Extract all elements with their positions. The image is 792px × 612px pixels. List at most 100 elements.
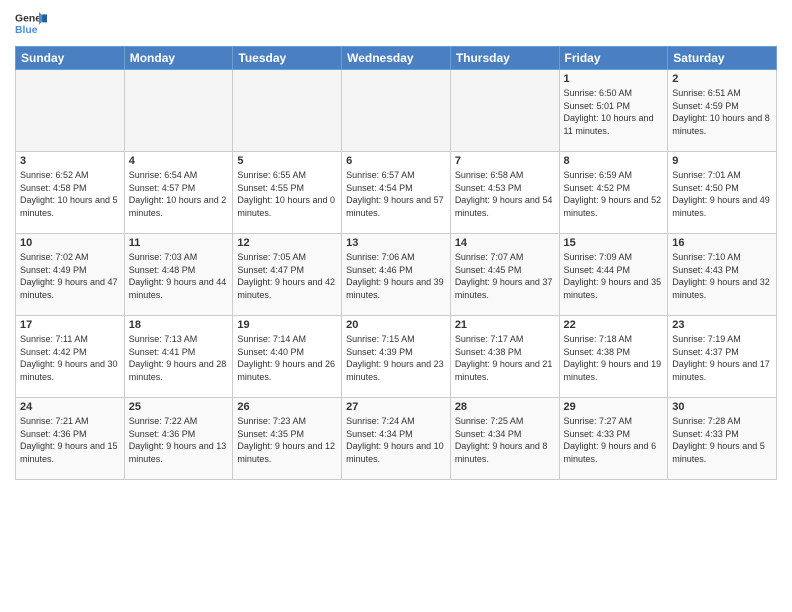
day-header-tuesday: Tuesday	[233, 47, 342, 70]
day-info: Sunrise: 6:59 AM Sunset: 4:52 PM Dayligh…	[564, 169, 664, 219]
calendar-header-row: SundayMondayTuesdayWednesdayThursdayFrid…	[16, 47, 777, 70]
calendar-cell: 26Sunrise: 7:23 AM Sunset: 4:35 PM Dayli…	[233, 398, 342, 480]
calendar-cell: 5 Sunrise: 6:55 AM Sunset: 4:55 PM Daylig…	[233, 152, 342, 234]
day-number: 22	[564, 319, 664, 331]
calendar-cell	[233, 70, 342, 152]
calendar-cell: 21Sunrise: 7:17 AM Sunset: 4:38 PM Dayli…	[450, 316, 559, 398]
day-info: Sunrise: 7:06 AM Sunset: 4:46 PM Dayligh…	[346, 251, 446, 301]
day-number: 27	[346, 401, 446, 413]
calendar-cell: 1 Sunrise: 6:50 AM Sunset: 5:01 PM Daylig…	[559, 70, 668, 152]
day-number: 18	[129, 319, 229, 331]
day-info: Sunrise: 7:22 AM Sunset: 4:36 PM Dayligh…	[129, 415, 229, 465]
calendar-cell: 19 Sunrise: 7:14 AM Sunset: 4:40 PM Dayli…	[233, 316, 342, 398]
calendar-cell: 22 Sunrise: 7:18 AM Sunset: 4:38 PM Dayli…	[559, 316, 668, 398]
day-number: 19	[237, 319, 337, 331]
day-number: 13	[346, 237, 446, 249]
day-number: 20	[346, 319, 446, 331]
calendar-cell	[16, 70, 125, 152]
calendar-week-row: 10 Sunrise: 7:02 AM Sunset: 4:49 PM Dayli…	[16, 234, 777, 316]
day-info: Sunrise: 7:18 AM Sunset: 4:38 PM Dayligh…	[564, 333, 664, 383]
header: General Blue	[15, 10, 777, 38]
day-number: 5	[237, 155, 337, 167]
day-number: 30	[672, 401, 772, 413]
day-number: 4	[129, 155, 229, 167]
day-header-wednesday: Wednesday	[342, 47, 451, 70]
calendar-table: SundayMondayTuesdayWednesdayThursdayFrid…	[15, 46, 777, 480]
day-number: 1	[564, 73, 664, 85]
day-info: Sunrise: 7:07 AM Sunset: 4:45 PM Dayligh…	[455, 251, 555, 301]
calendar-cell: 10 Sunrise: 7:02 AM Sunset: 4:49 PM Dayli…	[16, 234, 125, 316]
day-info: Sunrise: 7:09 AM Sunset: 4:44 PM Dayligh…	[564, 251, 664, 301]
calendar-cell: 20 Sunrise: 7:15 AM Sunset: 4:39 PM Dayli…	[342, 316, 451, 398]
calendar-cell: 6 Sunrise: 6:57 AM Sunset: 4:54 PM Daylig…	[342, 152, 451, 234]
day-header-friday: Friday	[559, 47, 668, 70]
day-number: 25	[129, 401, 229, 413]
calendar-cell: 2 Sunrise: 6:51 AM Sunset: 4:59 PM Daylig…	[668, 70, 777, 152]
day-number: 3	[20, 155, 120, 167]
logo: General Blue	[15, 10, 47, 38]
day-number: 10	[20, 237, 120, 249]
day-info: Sunrise: 7:11 AM Sunset: 4:42 PM Dayligh…	[20, 333, 120, 383]
day-info: Sunrise: 7:19 AM Sunset: 4:37 PM Dayligh…	[672, 333, 772, 383]
day-number: 15	[564, 237, 664, 249]
day-info: Sunrise: 6:50 AM Sunset: 5:01 PM Dayligh…	[564, 87, 664, 137]
calendar-cell	[450, 70, 559, 152]
calendar-cell: 4Sunrise: 6:54 AM Sunset: 4:57 PM Daylig…	[124, 152, 233, 234]
day-number: 6	[346, 155, 446, 167]
calendar-week-row: 1 Sunrise: 6:50 AM Sunset: 5:01 PM Daylig…	[16, 70, 777, 152]
svg-text:Blue: Blue	[15, 25, 38, 36]
day-number: 16	[672, 237, 772, 249]
day-header-thursday: Thursday	[450, 47, 559, 70]
day-info: Sunrise: 6:58 AM Sunset: 4:53 PM Dayligh…	[455, 169, 555, 219]
day-number: 24	[20, 401, 120, 413]
page: General Blue SundayMondayTuesdayWednesda…	[0, 0, 792, 612]
day-number: 23	[672, 319, 772, 331]
calendar-cell: 12 Sunrise: 7:05 AM Sunset: 4:47 PM Dayli…	[233, 234, 342, 316]
day-info: Sunrise: 6:57 AM Sunset: 4:54 PM Dayligh…	[346, 169, 446, 219]
calendar-cell: 25 Sunrise: 7:22 AM Sunset: 4:36 PM Dayli…	[124, 398, 233, 480]
day-info: Sunrise: 6:52 AM Sunset: 4:58 PM Dayligh…	[20, 169, 120, 219]
calendar-cell: 30Sunrise: 7:28 AM Sunset: 4:33 PM Dayli…	[668, 398, 777, 480]
day-info: Sunrise: 7:05 AM Sunset: 4:47 PM Dayligh…	[237, 251, 337, 301]
calendar-week-row: 24Sunrise: 7:21 AM Sunset: 4:36 PM Dayli…	[16, 398, 777, 480]
day-info: Sunrise: 7:24 AM Sunset: 4:34 PM Dayligh…	[346, 415, 446, 465]
calendar-week-row: 3 Sunrise: 6:52 AM Sunset: 4:58 PM Daylig…	[16, 152, 777, 234]
calendar-cell	[342, 70, 451, 152]
day-header-sunday: Sunday	[16, 47, 125, 70]
day-number: 7	[455, 155, 555, 167]
calendar-cell: 15 Sunrise: 7:09 AM Sunset: 4:44 PM Dayli…	[559, 234, 668, 316]
day-info: Sunrise: 7:23 AM Sunset: 4:35 PM Dayligh…	[237, 415, 337, 465]
day-number: 2	[672, 73, 772, 85]
day-info: Sunrise: 7:13 AM Sunset: 4:41 PM Dayligh…	[129, 333, 229, 383]
calendar-cell: 16 Sunrise: 7:10 AM Sunset: 4:43 PM Dayli…	[668, 234, 777, 316]
day-number: 17	[20, 319, 120, 331]
calendar-cell: 28Sunrise: 7:25 AM Sunset: 4:34 PM Dayli…	[450, 398, 559, 480]
day-info: Sunrise: 7:27 AM Sunset: 4:33 PM Dayligh…	[564, 415, 664, 465]
calendar-cell: 13 Sunrise: 7:06 AM Sunset: 4:46 PM Dayli…	[342, 234, 451, 316]
calendar-cell: 14 Sunrise: 7:07 AM Sunset: 4:45 PM Dayli…	[450, 234, 559, 316]
day-number: 14	[455, 237, 555, 249]
day-info: Sunrise: 7:02 AM Sunset: 4:49 PM Dayligh…	[20, 251, 120, 301]
day-number: 28	[455, 401, 555, 413]
day-info: Sunrise: 6:55 AM Sunset: 4:55 PM Dayligh…	[237, 169, 337, 219]
calendar-cell: 8Sunrise: 6:59 AM Sunset: 4:52 PM Daylig…	[559, 152, 668, 234]
calendar-cell: 7 Sunrise: 6:58 AM Sunset: 4:53 PM Daylig…	[450, 152, 559, 234]
day-number: 12	[237, 237, 337, 249]
calendar-cell: 3 Sunrise: 6:52 AM Sunset: 4:58 PM Daylig…	[16, 152, 125, 234]
calendar-cell: 11 Sunrise: 7:03 AM Sunset: 4:48 PM Dayli…	[124, 234, 233, 316]
logo-icon: General Blue	[15, 10, 47, 38]
calendar-cell: 29 Sunrise: 7:27 AM Sunset: 4:33 PM Dayli…	[559, 398, 668, 480]
day-info: Sunrise: 7:15 AM Sunset: 4:39 PM Dayligh…	[346, 333, 446, 383]
calendar-cell: 24Sunrise: 7:21 AM Sunset: 4:36 PM Dayli…	[16, 398, 125, 480]
day-number: 11	[129, 237, 229, 249]
day-info: Sunrise: 7:14 AM Sunset: 4:40 PM Dayligh…	[237, 333, 337, 383]
day-info: Sunrise: 7:03 AM Sunset: 4:48 PM Dayligh…	[129, 251, 229, 301]
day-number: 29	[564, 401, 664, 413]
calendar-cell	[124, 70, 233, 152]
day-info: Sunrise: 6:51 AM Sunset: 4:59 PM Dayligh…	[672, 87, 772, 137]
day-info: Sunrise: 7:01 AM Sunset: 4:50 PM Dayligh…	[672, 169, 772, 219]
calendar-cell: 27 Sunrise: 7:24 AM Sunset: 4:34 PM Dayli…	[342, 398, 451, 480]
day-info: Sunrise: 7:10 AM Sunset: 4:43 PM Dayligh…	[672, 251, 772, 301]
calendar-cell: 18 Sunrise: 7:13 AM Sunset: 4:41 PM Dayli…	[124, 316, 233, 398]
day-header-monday: Monday	[124, 47, 233, 70]
